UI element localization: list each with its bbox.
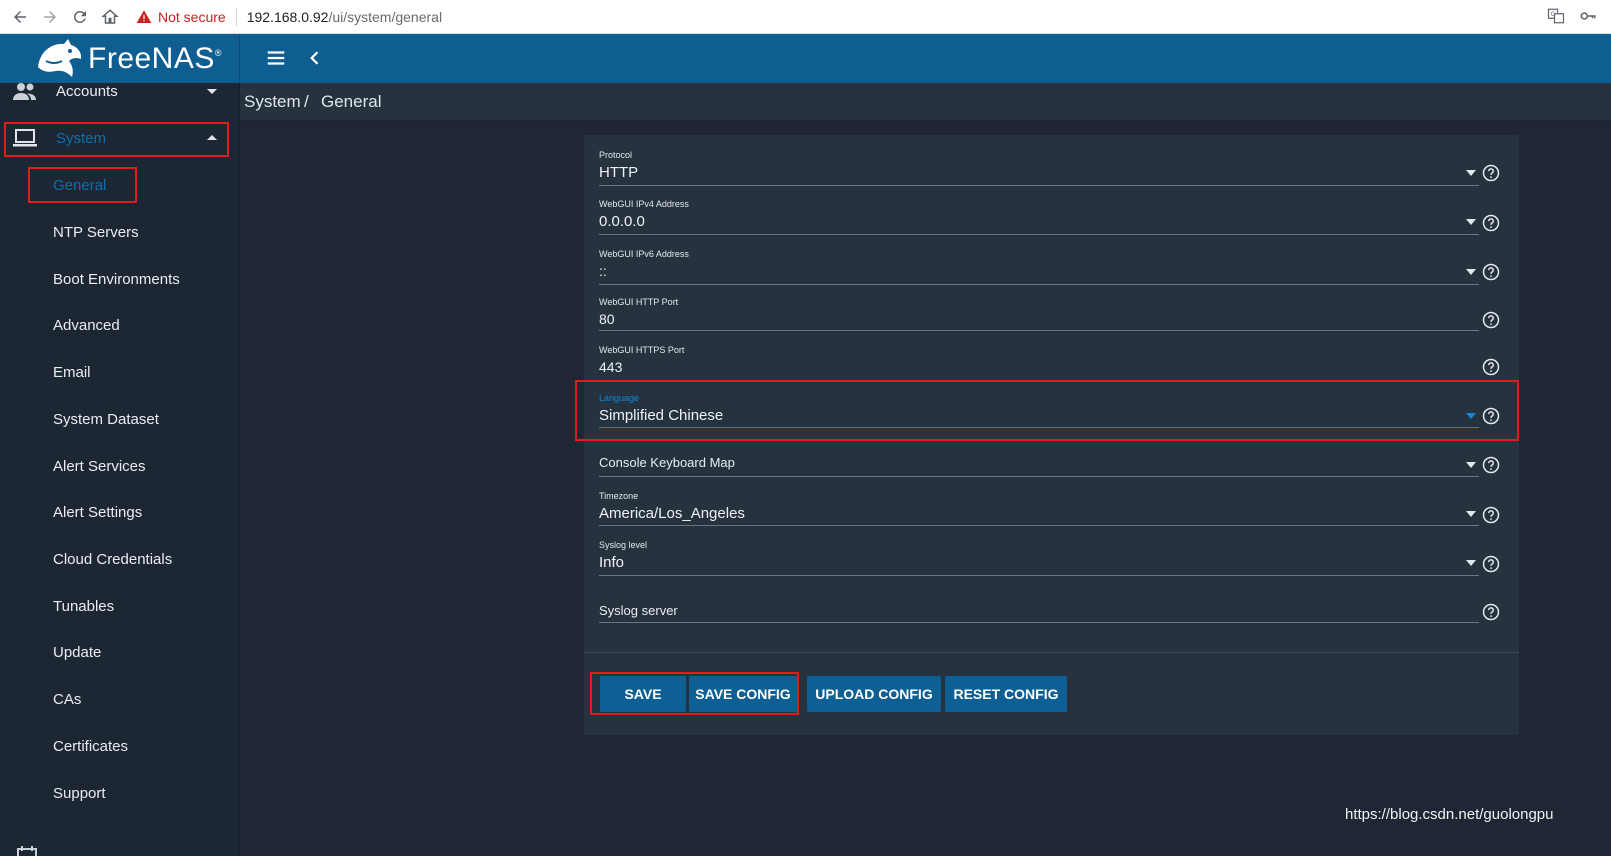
help-icon[interactable] bbox=[1482, 164, 1500, 182]
key-icon[interactable] bbox=[1579, 7, 1597, 25]
save-config-button[interactable]: SAVE CONFIG bbox=[689, 676, 797, 712]
sidebar-subitem-alert-services[interactable]: Alert Services bbox=[53, 458, 146, 475]
caret-down-icon bbox=[207, 89, 217, 94]
field-label: WebGUI HTTPS Port bbox=[599, 345, 685, 355]
sidebar-subitem-advanced[interactable]: Advanced bbox=[53, 317, 120, 334]
dropdown-arrow-icon bbox=[1466, 219, 1476, 225]
app-header: FreeNAS® bbox=[0, 34, 1611, 83]
console-keyboard-map-select[interactable]: Console Keyboard Map bbox=[599, 455, 1479, 477]
sidebar-subitem-cas[interactable]: CAs bbox=[53, 691, 81, 708]
general-settings-form: Protocol HTTP WebGUI IPv4 Address 0.0.0.… bbox=[584, 135, 1519, 735]
url-divider bbox=[235, 7, 237, 26]
https-port-input[interactable]: WebGUI HTTPS Port 443 bbox=[599, 345, 1479, 375]
language-select[interactable]: Language Simplified Chinese bbox=[599, 393, 1479, 428]
caret-up-icon bbox=[207, 135, 217, 140]
http-port-input[interactable]: WebGUI HTTP Port 80 bbox=[599, 297, 1479, 331]
dropdown-arrow-icon bbox=[1466, 413, 1476, 419]
reload-icon[interactable] bbox=[70, 7, 90, 27]
syslog-level-select[interactable]: Syslog level Info bbox=[599, 540, 1479, 576]
field-label: Syslog level bbox=[599, 540, 648, 550]
field-label: Protocol bbox=[599, 150, 633, 160]
calendar-icon bbox=[17, 846, 37, 856]
forward-arrow-icon[interactable] bbox=[40, 7, 60, 27]
breadcrumb-system[interactable]: System bbox=[244, 92, 301, 112]
field-value: 80 bbox=[599, 311, 615, 327]
laptop-icon bbox=[13, 129, 37, 147]
sidebar-subitem-support[interactable]: Support bbox=[53, 785, 106, 802]
field-value: 443 bbox=[599, 359, 623, 375]
back-arrow-icon[interactable] bbox=[10, 7, 30, 27]
field-label: WebGUI HTTP Port bbox=[599, 297, 679, 307]
field-label: WebGUI IPv6 Address bbox=[599, 249, 689, 259]
sidebar-item-label: System bbox=[56, 129, 107, 147]
sidebar-subitem-certificates[interactable]: Certificates bbox=[53, 738, 128, 755]
help-icon[interactable] bbox=[1482, 456, 1500, 474]
hamburger-menu-icon[interactable] bbox=[265, 47, 287, 69]
breadcrumb-general: General bbox=[321, 92, 382, 111]
timezone-select[interactable]: Timezone America/Los_Angeles bbox=[599, 491, 1479, 526]
browser-toolbar: Not secure 192.168.0.92/ui/system/genera… bbox=[0, 0, 1611, 34]
field-placeholder: Console Keyboard Map bbox=[599, 455, 735, 470]
sidebar-subitem-update[interactable]: Update bbox=[53, 644, 101, 661]
sidebar-item-label: Accounts bbox=[56, 82, 118, 100]
upload-config-button[interactable]: UPLOAD CONFIG bbox=[807, 676, 941, 712]
sidebar-subitem-system-dataset[interactable]: System Dataset bbox=[53, 411, 159, 428]
sidebar-subitem-alert-settings[interactable]: Alert Settings bbox=[53, 504, 142, 521]
field-value: :: bbox=[599, 263, 607, 279]
protocol-select[interactable]: Protocol HTTP bbox=[599, 150, 1479, 186]
not-secure-label: Not secure bbox=[158, 8, 226, 25]
help-icon[interactable] bbox=[1482, 263, 1500, 281]
breadcrumb-separator: / bbox=[304, 92, 309, 111]
sidebar-item-system[interactable]: System bbox=[0, 118, 240, 158]
field-value: 0.0.0.0 bbox=[599, 213, 645, 230]
syslog-server-input[interactable]: Syslog server bbox=[599, 603, 1479, 623]
warning-icon bbox=[136, 9, 152, 25]
translate-icon[interactable]: G bbox=[1547, 7, 1565, 25]
save-button[interactable]: SAVE bbox=[600, 676, 686, 712]
field-value: Simplified Chinese bbox=[599, 407, 724, 424]
help-icon[interactable] bbox=[1482, 506, 1500, 524]
help-icon[interactable] bbox=[1482, 358, 1500, 376]
dropdown-arrow-icon bbox=[1466, 269, 1476, 275]
field-label: WebGUI IPv4 Address bbox=[599, 199, 689, 209]
breadcrumb: System / General bbox=[240, 83, 1611, 121]
dropdown-arrow-icon bbox=[1466, 462, 1476, 468]
address-bar[interactable]: Not secure 192.168.0.92/ui/system/genera… bbox=[136, 4, 442, 30]
ipv4-address-select[interactable]: WebGUI IPv4 Address 0.0.0.0 bbox=[599, 199, 1479, 235]
help-icon[interactable] bbox=[1482, 311, 1500, 329]
url-text: 192.168.0.92/ui/system/general bbox=[246, 8, 443, 25]
help-icon[interactable] bbox=[1482, 603, 1500, 621]
sidebar-subitem-boot-environments[interactable]: Boot Environments bbox=[53, 271, 180, 288]
field-value: America/Los_Angeles bbox=[599, 505, 745, 522]
field-label: Language bbox=[599, 393, 640, 403]
dropdown-arrow-icon bbox=[1466, 560, 1476, 566]
sidebar-subitem-cloud-credentials[interactable]: Cloud Credentials bbox=[53, 551, 172, 568]
field-placeholder: Syslog server bbox=[599, 603, 678, 618]
form-divider bbox=[584, 652, 1519, 653]
reset-config-button[interactable]: RESET CONFIG bbox=[945, 676, 1067, 712]
ipv6-address-select[interactable]: WebGUI IPv6 Address :: bbox=[599, 249, 1479, 285]
dropdown-arrow-icon bbox=[1466, 170, 1476, 176]
sidebar: Accounts System General NTP Servers Boot… bbox=[0, 83, 240, 856]
dropdown-arrow-icon bbox=[1466, 511, 1476, 517]
field-value: HTTP bbox=[599, 164, 639, 181]
svg-text:G: G bbox=[1551, 11, 1556, 18]
sidebar-subitem-email[interactable]: Email bbox=[53, 364, 91, 381]
sidebar-subitem-tunables[interactable]: Tunables bbox=[53, 598, 114, 615]
help-icon[interactable] bbox=[1482, 214, 1500, 232]
sidebar-subitem-ntp-servers[interactable]: NTP Servers bbox=[53, 224, 139, 241]
people-icon bbox=[13, 83, 36, 100]
field-value: Info bbox=[599, 554, 625, 571]
field-label: Timezone bbox=[599, 491, 639, 501]
sidebar-item-accounts[interactable]: Accounts bbox=[0, 71, 240, 111]
chevron-left-icon[interactable] bbox=[305, 47, 325, 69]
home-icon[interactable] bbox=[100, 7, 120, 27]
sidebar-subitem-general[interactable]: General bbox=[53, 177, 106, 194]
watermark-text: https://blog.csdn.net/guolongpu bbox=[1345, 806, 1554, 823]
help-icon[interactable] bbox=[1482, 407, 1500, 425]
help-icon[interactable] bbox=[1482, 555, 1500, 573]
